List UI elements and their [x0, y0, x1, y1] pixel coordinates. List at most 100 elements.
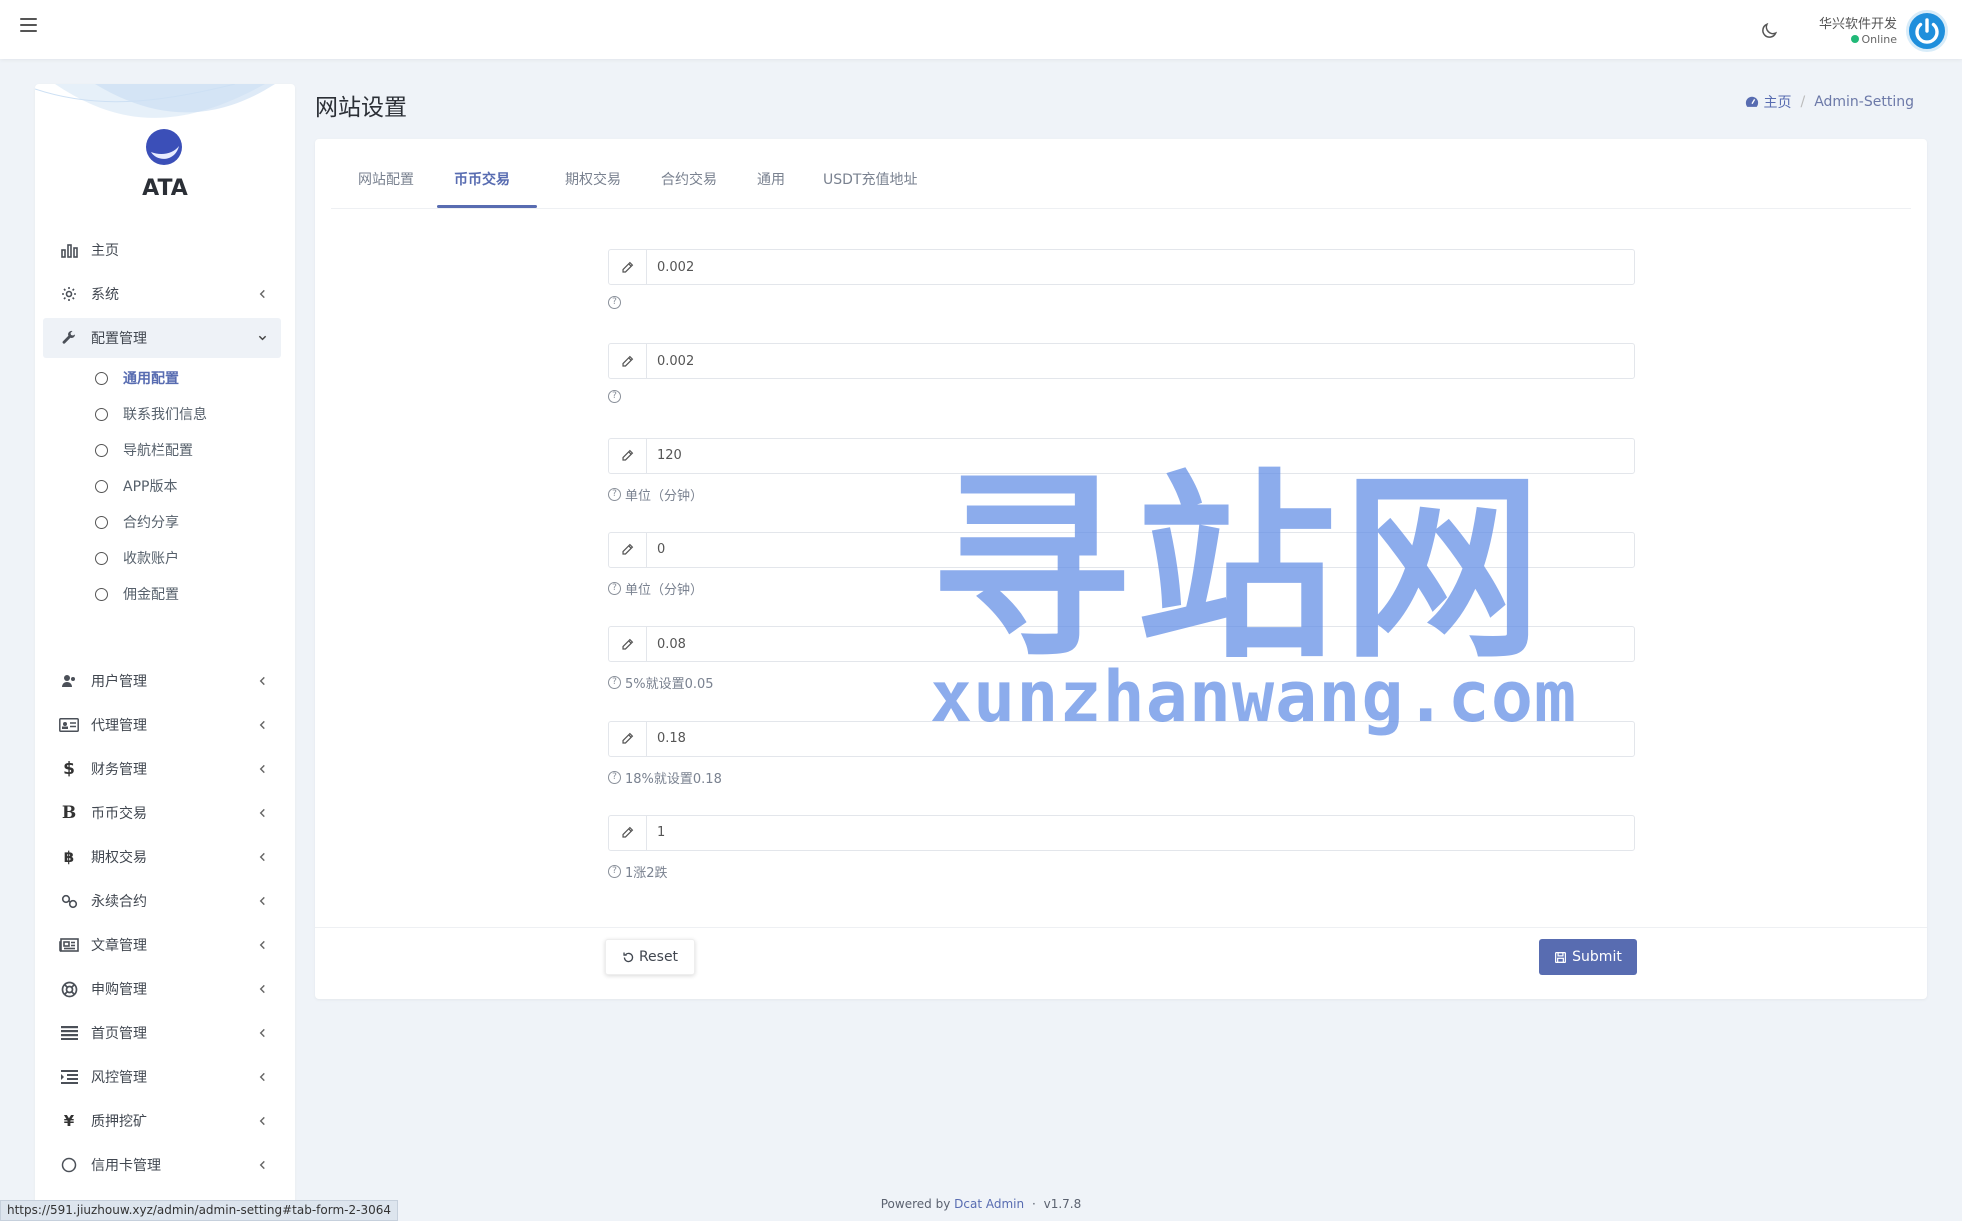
field-input-group-0	[608, 249, 1635, 285]
field-help-2: ? 单位（分钟）	[608, 485, 703, 504]
user-status-text: Online	[1861, 33, 1897, 46]
sidebar-subitem-label: 导航栏配置	[123, 443, 193, 459]
dcat-admin-link[interactable]: Dcat Admin	[954, 1197, 1024, 1211]
sidebar: ATA 主页 系统 配置管理 用户管理 代理管理 $ 财务管理 B 币币交易 ฿…	[35, 84, 295, 1221]
tab-5[interactable]: USDT充值地址	[823, 169, 917, 189]
brand-name: ATA	[142, 176, 188, 201]
tab-1[interactable]: 币币交易	[454, 169, 510, 189]
save-icon	[1555, 951, 1567, 963]
sidebar-item-2[interactable]: 配置管理	[43, 318, 281, 358]
reset-button[interactable]: Reset	[605, 939, 695, 975]
sidebar-item-label: 主页	[91, 243, 119, 259]
sidebar-item-13[interactable]: ¥ 质押挖矿	[43, 1101, 281, 1141]
help-circle-icon: ?	[608, 581, 621, 595]
letter-b-icon: B	[61, 803, 77, 823]
circle-icon	[95, 551, 108, 565]
sidebar-item-label: 配置管理	[91, 331, 147, 347]
active-tab-indicator	[437, 205, 537, 208]
sidebar-item-0[interactable]: 主页	[43, 230, 281, 270]
sidebar-item-3[interactable]: 用户管理	[43, 661, 281, 701]
bar-chart-icon	[59, 243, 79, 258]
sidebar-item-14[interactable]: 信用卡管理	[43, 1145, 281, 1185]
form-footer-divider	[315, 927, 1927, 928]
powered-prefix: Powered by	[880, 1197, 951, 1211]
sidebar-subitem-label: 通用配置	[123, 371, 179, 387]
breadcrumb-current: Admin-Setting	[1814, 94, 1914, 110]
sidebar-item-7[interactable]: ฿ 期权交易	[43, 837, 281, 877]
watermark-cn: 寻站网	[930, 453, 1549, 686]
link-icon	[59, 894, 79, 909]
sidebar-item-label: 质押挖矿	[91, 1114, 147, 1130]
sidebar-item-label: 永续合约	[91, 894, 147, 910]
field-help-text: 单位（分钟）	[625, 582, 704, 598]
sidebar-subitem-5[interactable]: 收款账户	[95, 544, 179, 572]
menu-icon[interactable]	[20, 18, 37, 34]
field-help-1: ?	[608, 390, 625, 404]
user-name[interactable]: 华兴软件开发	[1819, 13, 1897, 32]
top-navbar: 华兴软件开发 Online	[0, 0, 1962, 59]
sidebar-item-6[interactable]: B 币币交易	[43, 793, 281, 833]
pencil-icon	[609, 815, 647, 850]
sidebar-item-label: 币币交易	[91, 806, 147, 822]
help-circle-icon: ?	[608, 390, 621, 404]
sidebar-subitem-4[interactable]: 合约分享	[95, 508, 179, 536]
circle-icon	[95, 371, 108, 385]
field-help-3: ? 单位（分钟）	[608, 579, 703, 598]
pencil-icon	[609, 721, 647, 756]
sidebar-item-10[interactable]: 申购管理	[43, 969, 281, 1009]
sidebar-item-12[interactable]: 风控管理	[43, 1057, 281, 1097]
circle-icon	[95, 407, 108, 421]
tab-4[interactable]: 通用	[757, 169, 785, 189]
brand-logo-icon	[146, 129, 182, 165]
lifebuoy-icon	[59, 981, 79, 998]
tab-label: 合约交易	[661, 172, 717, 188]
sidebar-subitem-0[interactable]: 通用配置	[95, 364, 179, 392]
pencil-icon	[609, 627, 647, 662]
sidebar-subitem-3[interactable]: APP版本	[95, 472, 177, 500]
sidebar-item-label: 申购管理	[91, 982, 147, 998]
user-status: Online	[1850, 33, 1897, 46]
tab-label: 网站配置	[358, 172, 414, 188]
breadcrumb: 主页 / Admin-Setting	[1745, 92, 1914, 112]
submit-button[interactable]: Submit	[1539, 939, 1637, 975]
help-circle-icon: ?	[608, 487, 621, 501]
help-circle-icon: ?	[608, 864, 621, 878]
sidebar-item-label: 信用卡管理	[91, 1158, 161, 1174]
undo-icon	[623, 951, 634, 962]
tab-3[interactable]: 合约交易	[661, 169, 717, 189]
yen-icon: ¥	[63, 1112, 75, 1130]
sidebar-item-9[interactable]: 文章管理	[43, 925, 281, 965]
field-input-6[interactable]	[647, 816, 1634, 849]
breadcrumb-home[interactable]: 主页	[1763, 92, 1791, 112]
tab-2[interactable]: 期权交易	[565, 169, 621, 189]
sidebar-item-label: 系统	[91, 287, 119, 303]
sidebar-item-label: 首页管理	[91, 1026, 147, 1042]
sidebar-header-wave	[35, 84, 275, 118]
sidebar-subitem-6[interactable]: 佣金配置	[95, 580, 179, 608]
sidebar-item-label: 文章管理	[91, 938, 147, 954]
field-input-group-1	[608, 343, 1635, 380]
circle-icon	[95, 479, 108, 493]
sidebar-subitem-1[interactable]: 联系我们信息	[95, 400, 207, 428]
pencil-icon	[609, 250, 647, 284]
reset-label: Reset	[638, 949, 679, 965]
tab-0[interactable]: 网站配置	[358, 169, 414, 189]
sidebar-subitem-2[interactable]: 导航栏配置	[95, 436, 193, 464]
moon-icon[interactable]	[1759, 21, 1779, 41]
field-input-0[interactable]	[647, 251, 1634, 283]
field-help-text: 18%就设置0.18	[625, 771, 722, 787]
power-icon	[1915, 18, 1939, 44]
settings-tabs: 网站配置 币币交易 期权交易 合约交易 通用 USDT充值地址	[331, 139, 1911, 209]
sidebar-item-1[interactable]: 系统	[43, 274, 281, 314]
sidebar-item-8[interactable]: 永续合约	[43, 881, 281, 921]
gear-icon	[59, 286, 79, 302]
wrench-icon	[59, 330, 79, 346]
field-input-group-6	[608, 814, 1635, 851]
sidebar-item-label: 期权交易	[91, 850, 147, 866]
sidebar-item-4[interactable]: 代理管理	[43, 705, 281, 745]
field-input-1[interactable]	[647, 345, 1634, 378]
tab-label: USDT充值地址	[823, 172, 918, 188]
sidebar-item-11[interactable]: 首页管理	[43, 1013, 281, 1053]
avatar[interactable]	[1906, 10, 1948, 52]
sidebar-item-5[interactable]: $ 财务管理	[43, 749, 281, 789]
